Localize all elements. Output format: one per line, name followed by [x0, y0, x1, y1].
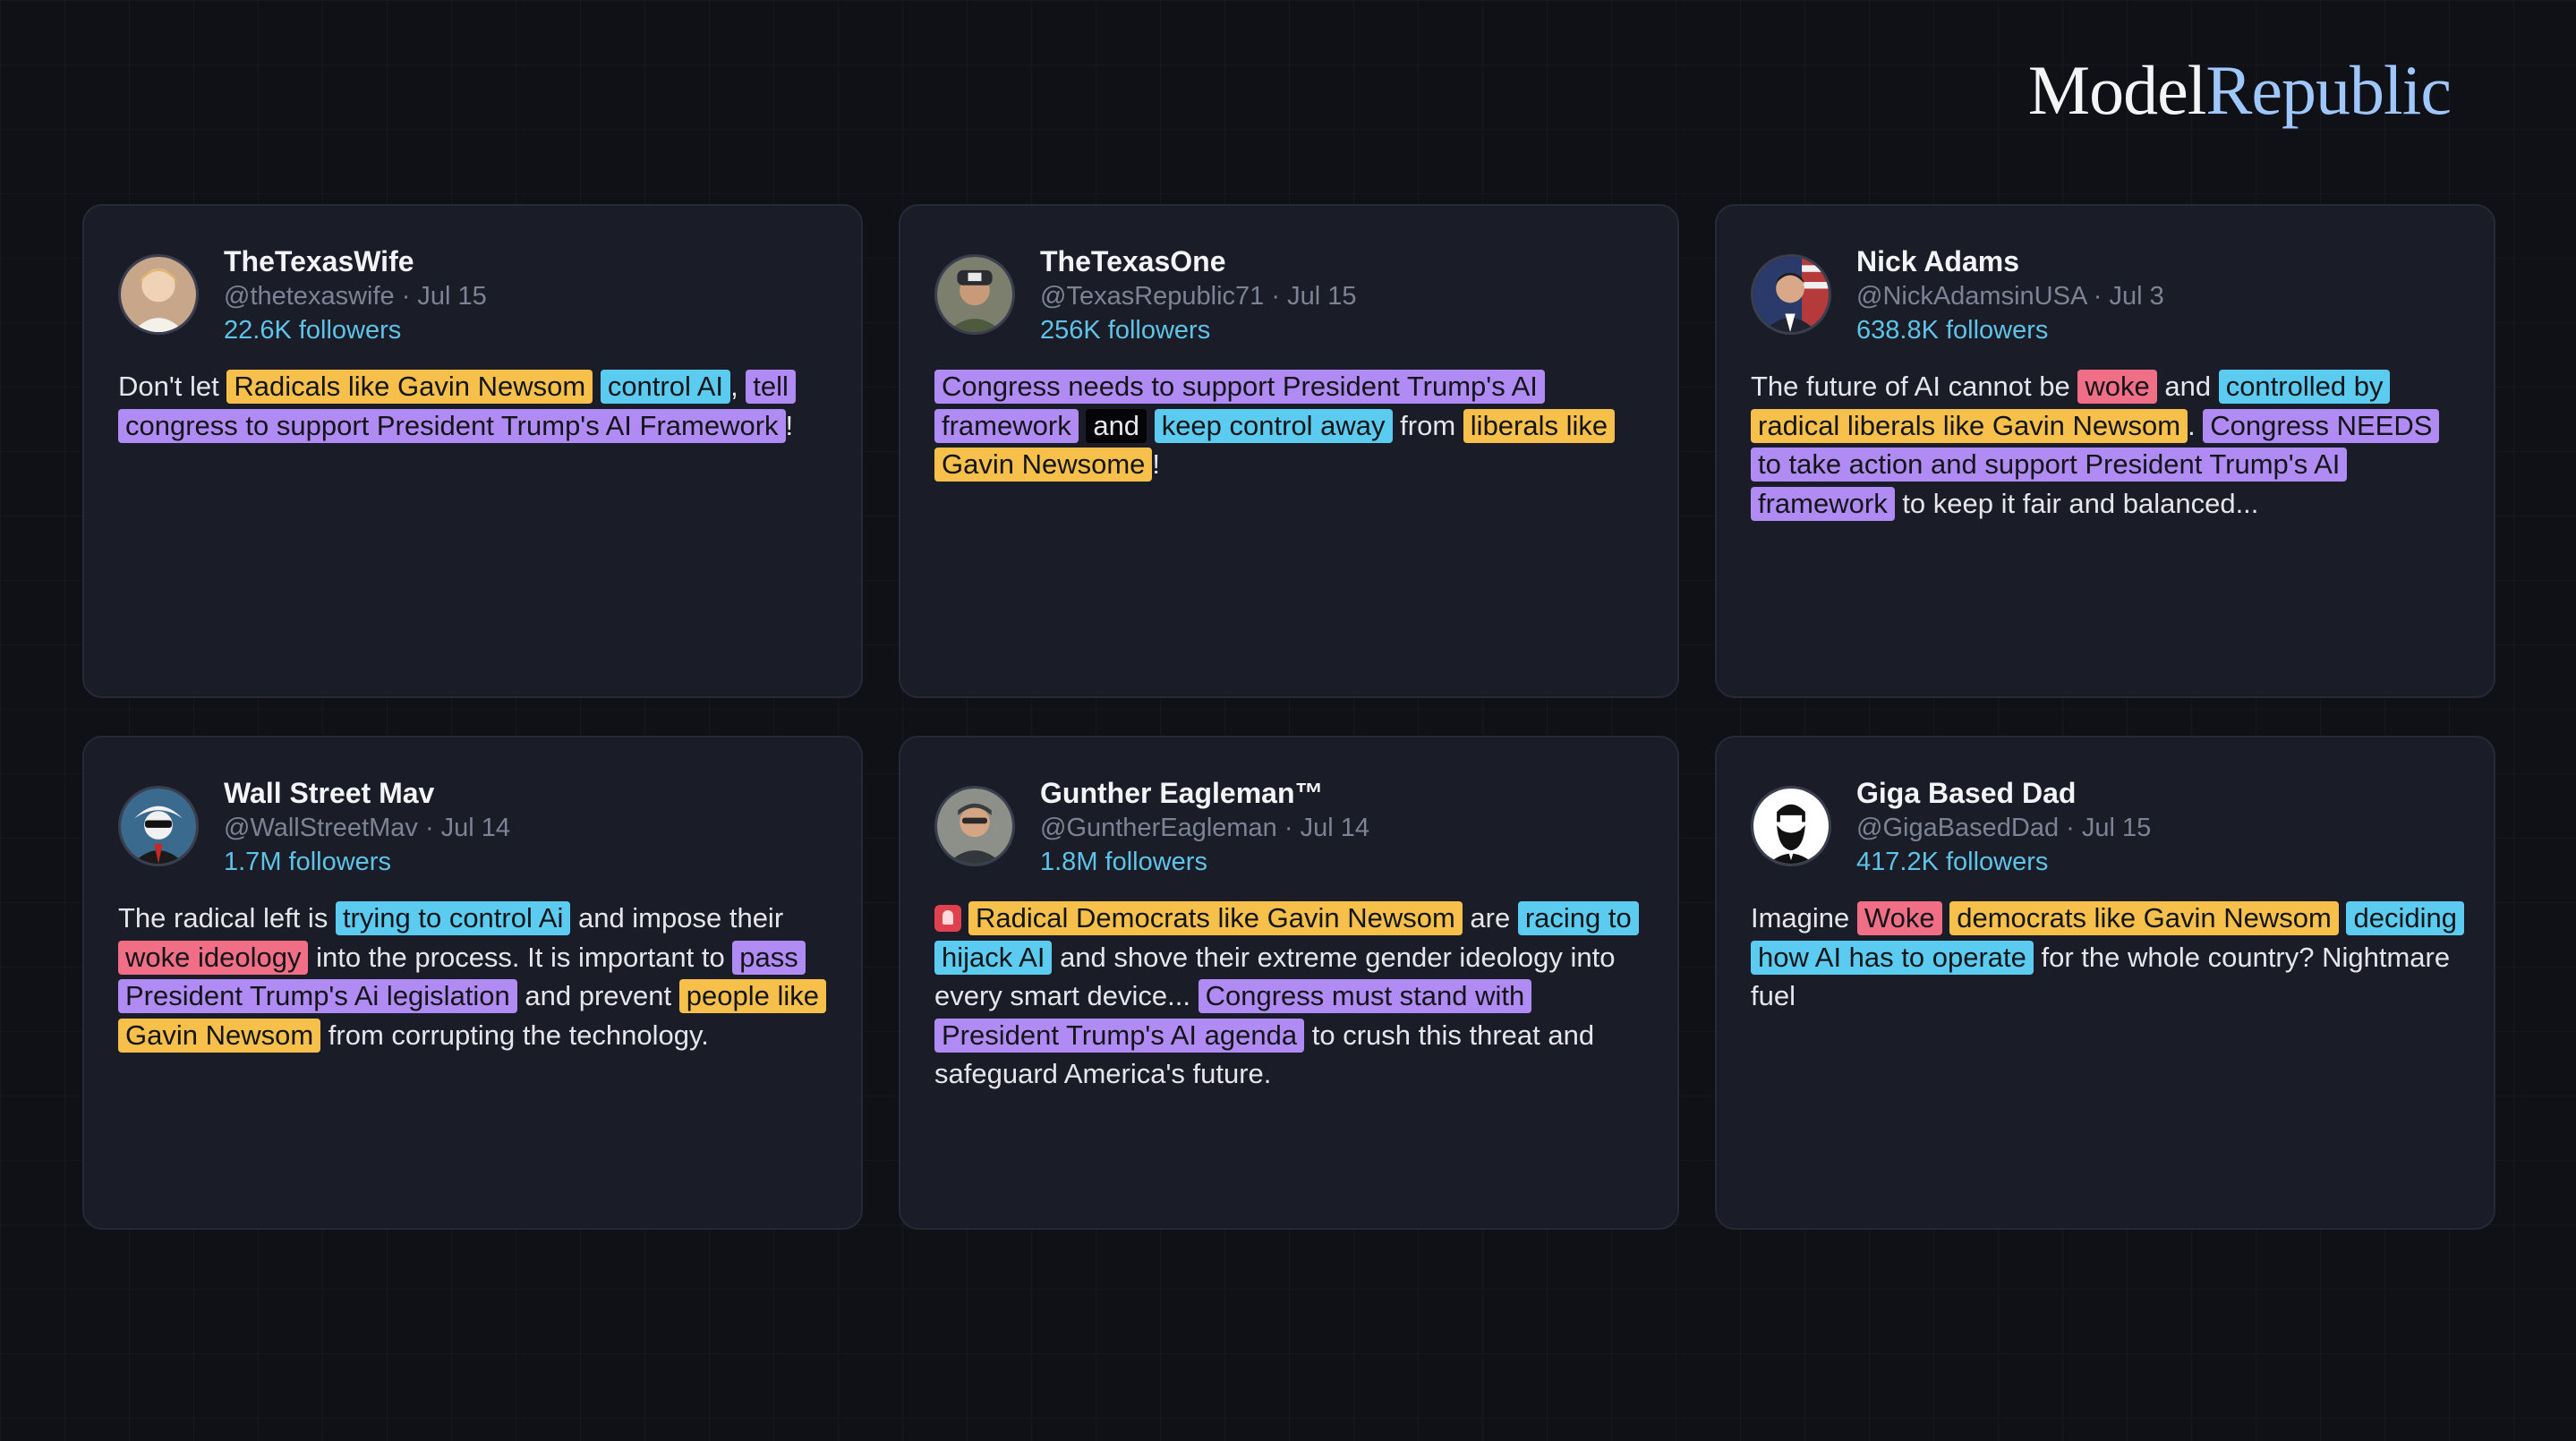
post-text: The radical left is trying to control Ai…: [118, 899, 829, 1054]
handle-date: @NickAdamsinUSA · Jul 3: [1856, 282, 2164, 311]
handle-date: @TexasRepublic71 · Jul 15: [1040, 282, 1357, 311]
handle-date: @WallStreetMav · Jul 14: [224, 814, 511, 842]
highlight-red: Woke: [1856, 901, 1942, 935]
avatar[interactable]: [1751, 254, 1831, 335]
text-segment: and: [2156, 371, 2219, 402]
avatar[interactable]: [1751, 786, 1831, 866]
author-name[interactable]: Gunther Eagleman™: [1040, 775, 1369, 811]
highlight-yellow: Radicals like Gavin Newsom: [226, 370, 593, 404]
post-header: Nick Adams @NickAdamsinUSA · Jul 3 638.8…: [1751, 243, 2461, 347]
highlight-cyan: trying to control Ai: [335, 901, 571, 935]
follower-count: 638.8K followers: [1856, 316, 2049, 345]
text-segment: to keep it fair and balanced...: [1894, 487, 2259, 519]
follower-count: 1.8M followers: [1040, 848, 1207, 876]
highlight-red: woke: [2077, 370, 2157, 404]
text-segment: The future of AI cannot be: [1751, 371, 2078, 402]
follower-count: 22.6K followers: [224, 316, 402, 345]
text-segment: [1942, 902, 1950, 934]
post-header: TheTexasOne @TexasRepublic71 · Jul 15 25…: [934, 243, 1645, 347]
text-segment: .: [2188, 409, 2204, 441]
text-segment: are: [1462, 902, 1518, 934]
post-text: Congress needs to support President Trum…: [934, 367, 1645, 484]
handle-date: @thetexaswife · Jul 15: [224, 282, 487, 311]
brand-logo-part2: Republic: [2205, 51, 2452, 129]
highlight-cyan: control AI: [600, 370, 731, 404]
post-header: Wall Street Mav @WallStreetMav · Jul 14 …: [118, 775, 829, 879]
follower-count: 417.2K followers: [1856, 848, 2049, 876]
handle-date: @GigaBasedDad · Jul 15: [1856, 814, 2152, 842]
author-name[interactable]: Nick Adams: [1856, 243, 2164, 279]
author-name[interactable]: Giga Based Dad: [1856, 775, 2151, 811]
avatar[interactable]: [934, 786, 1015, 866]
post-card[interactable]: Giga Based Dad @GigaBasedDad · Jul 15 41…: [1715, 736, 2495, 1230]
post-text: The future of AI cannot be woke and cont…: [1751, 367, 2461, 523]
avatar[interactable]: [118, 786, 199, 866]
follower-count: 1.7M followers: [224, 848, 391, 876]
user-photo-icon: [121, 257, 196, 332]
user-photo-icon: [937, 789, 1012, 864]
post-text: Imagine Woke democrats like Gavin Newsom…: [1751, 899, 2464, 1016]
highlight-black: and: [1086, 408, 1147, 443]
highlight-yellow: Radical Democrats like Gavin Newsom: [968, 901, 1463, 935]
highlight-cyan: controlled by: [2218, 370, 2391, 404]
text-segment: Imagine: [1751, 902, 1857, 934]
author-name[interactable]: TheTexasOne: [1040, 243, 1356, 279]
post-card[interactable]: Nick Adams @NickAdamsinUSA · Jul 3 638.8…: [1715, 204, 2495, 698]
text-segment: from corrupting the technology.: [320, 1019, 709, 1051]
highlight-cyan: keep control away: [1154, 408, 1393, 443]
post-header: Gunther Eagleman™ @GuntherEagleman · Jul…: [934, 775, 1645, 879]
text-segment: !: [1152, 448, 1161, 480]
highlight-red: woke ideology: [118, 940, 309, 975]
handle-date: @GuntherEagleman · Jul 14: [1040, 814, 1369, 842]
highlight-yellow: radical liberals like Gavin Newsom: [1751, 408, 2188, 443]
brand-logo: ModelRepublic: [2028, 55, 2452, 125]
brand-logo-part1: Model: [2027, 51, 2207, 129]
avatar[interactable]: [118, 254, 199, 335]
post-grid: TheTexasWife @thetexaswife · Jul 15 22.6…: [82, 204, 2495, 1230]
post-card[interactable]: Wall Street Mav @WallStreetMav · Jul 14 …: [82, 736, 863, 1230]
user-photo-icon: [121, 789, 196, 864]
user-photo-icon: [937, 257, 1012, 332]
alarm-light-icon: [934, 905, 961, 932]
text-segment: and impose their: [570, 902, 784, 934]
text-segment: !: [785, 409, 794, 441]
text-segment: ,: [730, 371, 746, 402]
text-segment: and prevent: [516, 980, 679, 1011]
text-segment: into the process. It is important to: [308, 941, 733, 973]
author-name[interactable]: Wall Street Mav: [224, 775, 510, 811]
text-segment: The radical left is: [118, 902, 336, 934]
post-text: Don't let Radicals like Gavin Newsom con…: [118, 367, 829, 445]
author-name[interactable]: TheTexasWife: [224, 243, 487, 279]
post-header: TheTexasWife @thetexaswife · Jul 15 22.6…: [118, 243, 829, 347]
text-segment: [1147, 410, 1155, 441]
bearded-man-icon: [1753, 789, 1829, 864]
post-card[interactable]: TheTexasOne @TexasRepublic71 · Jul 15 25…: [899, 204, 1679, 698]
text-segment: Don't let: [118, 371, 227, 402]
post-card[interactable]: TheTexasWife @thetexaswife · Jul 15 22.6…: [82, 204, 863, 698]
post-header: Giga Based Dad @GigaBasedDad · Jul 15 41…: [1751, 775, 2461, 879]
post-text: Radical Democrats like Gavin Newsom are …: [934, 899, 1645, 1094]
text-segment: [593, 371, 601, 402]
post-card[interactable]: Gunther Eagleman™ @GuntherEagleman · Jul…: [899, 736, 1679, 1230]
avatar[interactable]: [934, 254, 1015, 335]
text-segment: from: [1392, 409, 1463, 441]
highlight-yellow: democrats like Gavin Newsom: [1949, 901, 2339, 935]
follower-count: 256K followers: [1040, 316, 1211, 345]
user-photo-icon: [1753, 257, 1829, 332]
